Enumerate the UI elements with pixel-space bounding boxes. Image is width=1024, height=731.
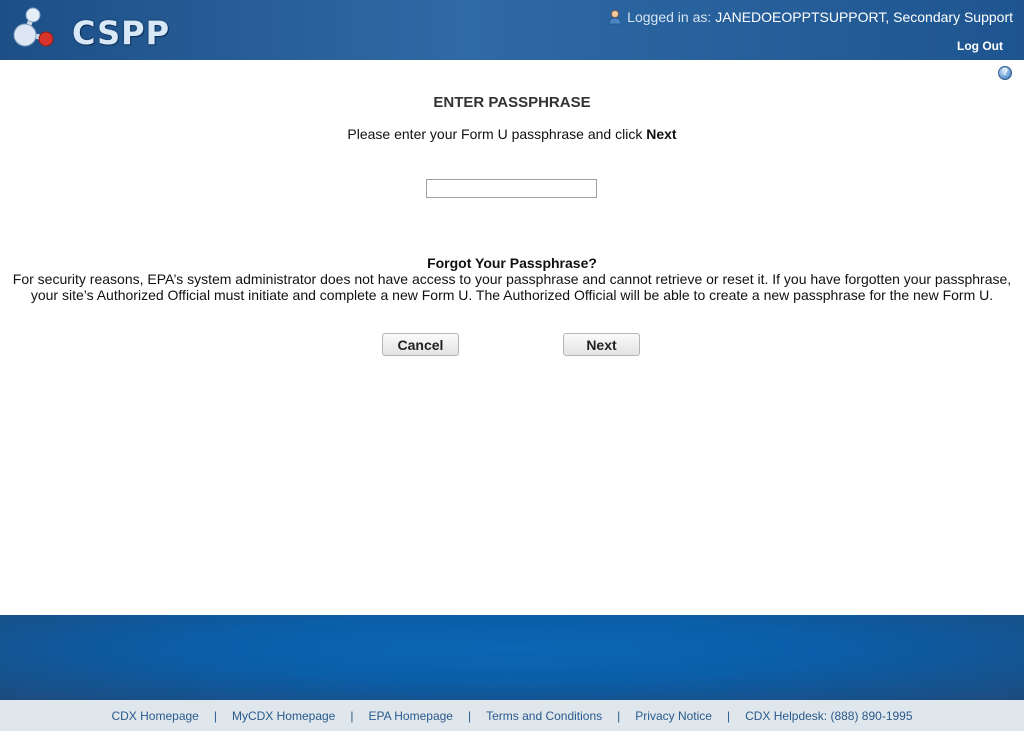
footer-links: CDX Homepage | MyCDX Homepage | EPA Home…: [0, 700, 1024, 731]
footer-link-mycdx-homepage[interactable]: MyCDX Homepage: [232, 709, 335, 723]
page-header: CSPP Logged in as: JANEDOEOPPTSUPPORT, S…: [0, 0, 1024, 60]
instruction-prefix: Please enter your Form U passphrase and …: [347, 126, 643, 142]
footer-separator: |: [467, 708, 472, 723]
user-icon: [608, 10, 622, 25]
instruction-next: Next: [646, 126, 677, 142]
app-name: CSPP: [72, 14, 171, 52]
page-title: ENTER PASSPHRASE: [433, 94, 591, 111]
footer-separator: |: [726, 708, 731, 723]
passphrase-input[interactable]: [426, 179, 597, 198]
footer-band: [0, 615, 1024, 700]
instruction-text: Please enter your Form U passphrase and …: [0, 126, 1024, 142]
footer-link-helpdesk[interactable]: CDX Helpdesk: (888) 890-1995: [745, 709, 912, 723]
help-icon[interactable]: ?: [998, 66, 1012, 80]
cancel-button[interactable]: Cancel: [382, 333, 459, 356]
user-name: JANEDOEOPPTSUPPORT, Secondary Support: [715, 9, 1013, 25]
forgot-passphrase-heading: Forgot Your Passphrase?: [427, 255, 597, 271]
logout-link[interactable]: Log Out: [957, 39, 1003, 53]
cspp-logo[interactable]: CSPP: [12, 6, 169, 52]
footer-link-epa-homepage[interactable]: EPA Homepage: [368, 709, 453, 723]
next-button[interactable]: Next: [563, 333, 640, 356]
forgot-passphrase-text: For security reasons, EPA’s system admin…: [12, 271, 1012, 303]
footer-separator: |: [213, 708, 217, 723]
footer-link-privacy[interactable]: Privacy Notice: [635, 709, 712, 723]
logged-in-status: Logged in as: JANEDOEOPPTSUPPORT, Second…: [607, 9, 1013, 25]
footer-link-cdx-homepage[interactable]: CDX Homepage: [111, 709, 198, 723]
footer-separator: |: [350, 708, 354, 723]
molecule-logo-icon: [13, 7, 54, 47]
footer-link-terms[interactable]: Terms and Conditions: [486, 709, 602, 723]
footer-separator: |: [617, 708, 621, 723]
logged-in-label: Logged in as:: [627, 9, 712, 25]
